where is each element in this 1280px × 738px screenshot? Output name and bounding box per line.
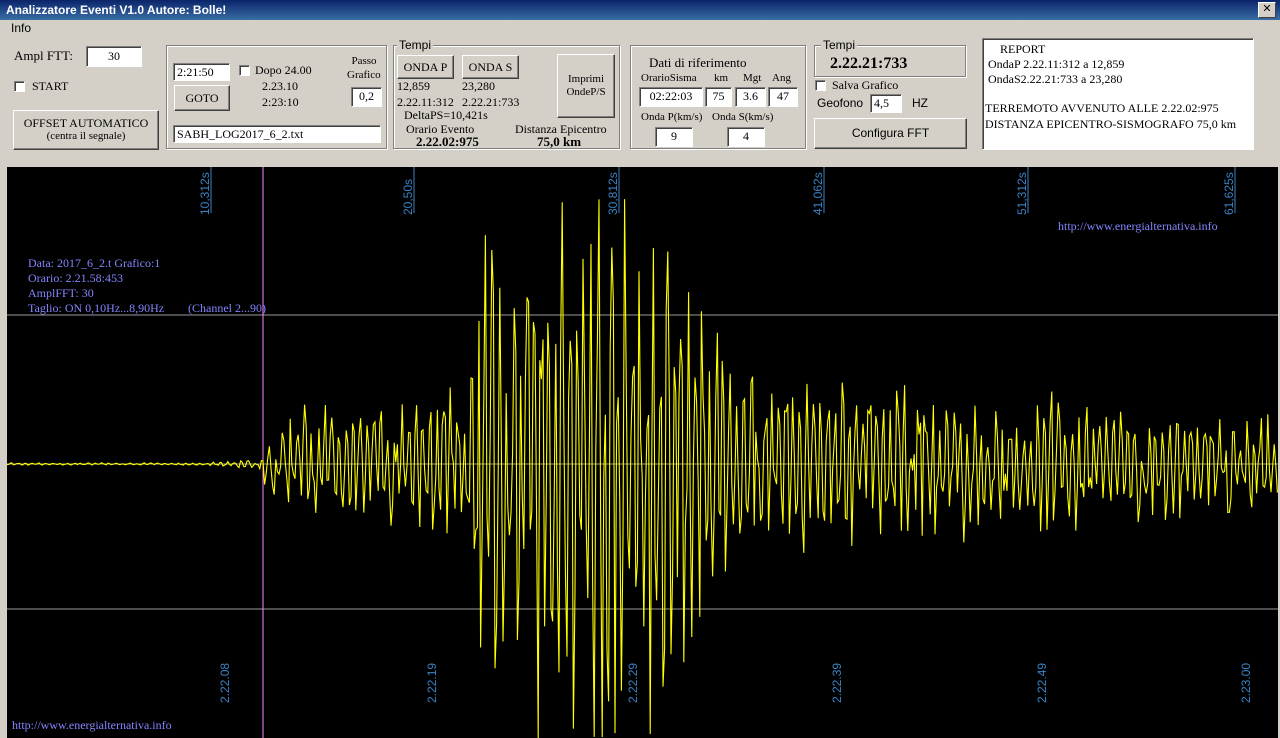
- imprimi-onde-button[interactable]: Imprimi OndeP/S: [557, 54, 615, 118]
- orario-sisma-input[interactable]: 02:22:03: [639, 87, 703, 107]
- info-ampl: AmplFFT: 30: [28, 286, 94, 300]
- log-file-input[interactable]: SABH_LOG2017_6_2.txt: [173, 125, 381, 143]
- imprimi-line1: Imprimi: [567, 73, 605, 85]
- dopo-checkbox[interactable]: [239, 65, 250, 76]
- geofono-input[interactable]: 4,5: [870, 94, 902, 113]
- info-taglio: Taglio: ON 0,10Hz...8,90Hz: [28, 301, 165, 315]
- goto-button[interactable]: GOTO: [174, 85, 230, 111]
- report-line-4: DISTANZA EPICENTRO-SISMOGRAFO 75,0 km: [985, 117, 1237, 131]
- start-checkbox[interactable]: [14, 81, 25, 92]
- onda-p-seconds: 12,859: [397, 79, 430, 93]
- report-line-1: OndaP 2.22.11:312 a 12,859: [988, 57, 1125, 71]
- start-time-input[interactable]: 2:21:50: [173, 63, 230, 81]
- bottom-tick-label: 2.22.49: [1035, 663, 1049, 703]
- top-tick-label: 41,062s: [811, 172, 825, 215]
- offset-automatico-button[interactable]: OFFSET AUTOMATICO (centra il segnale): [13, 110, 159, 150]
- ampl-fft-label: Ampl FTT:: [14, 48, 73, 63]
- onda-s-seconds: 23,280: [462, 79, 495, 93]
- salva-grafico-label: Salva Grafico: [832, 78, 899, 92]
- passo-grafico-input[interactable]: 0,2: [351, 87, 382, 107]
- onda-p-kms-label: Onda P(km/s): [641, 111, 703, 123]
- onda-s-kms-input[interactable]: 4: [727, 127, 765, 147]
- tempi-2-title: Tempi: [821, 38, 858, 52]
- report-line-3: TERREMOTO AVVENUTO ALLE 2.22.02:975: [985, 101, 1219, 115]
- url-top[interactable]: http://www.energialternativa.info: [1058, 219, 1218, 234]
- title-bar: Analizzatore Eventi V1.0 Autore: Bolle! …: [0, 0, 1280, 20]
- offset-line2: (centra il segnale): [46, 130, 126, 142]
- col-orario-label: OrarioSisma: [641, 72, 697, 84]
- top-tick-label: 30,812s: [606, 172, 620, 215]
- onda-s-button[interactable]: ONDA S: [462, 55, 519, 79]
- onda-p-button[interactable]: ONDA P: [397, 55, 454, 79]
- end-time-label-2: 2:23:10: [262, 95, 299, 109]
- ang-input[interactable]: 47: [768, 87, 798, 107]
- imprimi-line2: OndeP/S: [566, 86, 606, 98]
- bottom-tick-label: 2.22.39: [830, 663, 844, 703]
- onda-s-kms-label: Onda S(km/s): [712, 111, 774, 123]
- ampl-fft-input[interactable]: 30: [86, 46, 142, 67]
- configura-fft-button[interactable]: Configura FFT: [814, 118, 967, 149]
- bottom-tick-label: 2.22.19: [425, 663, 439, 703]
- bottom-tick-label: 2.22.08: [218, 663, 232, 703]
- seismograph-plot[interactable]: 10,312s 20,50s 30,812s 41,062s 51,312s 61,625…: [7, 167, 1278, 738]
- tempi-title: Tempi: [397, 38, 434, 52]
- grafico-label: Grafico: [347, 69, 381, 81]
- bottom-tick-label: 2.23.00: [1239, 663, 1253, 703]
- offset-line1: OFFSET AUTOMATICO: [23, 116, 149, 130]
- top-tick-label: 20,50s: [401, 179, 415, 215]
- orario-evento-value: 2.22.02:975: [416, 134, 479, 149]
- col-mgt-label: Mgt: [743, 72, 762, 84]
- delta-ps: DeltaPS=10,421s: [404, 108, 488, 122]
- info-orario: Orario: 2.21.58:453: [28, 271, 123, 285]
- passo-label: Passo: [351, 55, 377, 67]
- mgt-input[interactable]: 3.6: [735, 87, 766, 107]
- report-title: REPORT: [1000, 42, 1046, 56]
- col-ang-label: Ang: [772, 72, 791, 84]
- menu-bar: Info: [0, 20, 1280, 36]
- top-tick-label: 10,312s: [198, 172, 212, 215]
- onda-p-kms-input[interactable]: 9: [655, 127, 693, 147]
- start-label: START: [32, 79, 69, 93]
- salva-grafico-checkbox[interactable]: [815, 80, 826, 91]
- top-tick-label: 51,312s: [1015, 172, 1029, 215]
- seismograph-canvas[interactable]: 10,312s 20,50s 30,812s 41,062s 51,312s 61,625…: [7, 167, 1278, 738]
- info-data: Data: 2017_6_2.t Grafico:1: [28, 256, 161, 270]
- url-bottom[interactable]: http://www.energialternativa.info: [12, 718, 172, 733]
- riferimento-title: Dati di riferimento: [649, 55, 747, 70]
- close-icon[interactable]: ✕: [1258, 2, 1276, 18]
- window-title: Analizzatore Eventi V1.0 Autore: Bolle!: [6, 3, 227, 17]
- km-input[interactable]: 75: [705, 87, 732, 107]
- info-channel: (Channel 2...90): [188, 301, 266, 315]
- top-tick-label: 61,625s: [1222, 172, 1236, 215]
- col-km-label: km: [714, 72, 729, 84]
- menu-info[interactable]: Info: [11, 21, 31, 35]
- report-line-2: OndaS2.22.21:733 a 23,280: [988, 72, 1123, 86]
- hz-label: HZ: [912, 96, 928, 110]
- seismic-signal-trace: [7, 199, 1278, 738]
- report-box: REPORT OndaP 2.22.11:312 a 12,859 OndaS2…: [982, 38, 1254, 150]
- tempi-2-value: 2.22.21:733: [830, 55, 908, 72]
- bottom-tick-label: 2.22.29: [626, 663, 640, 703]
- dopo-label: Dopo 24.00: [255, 63, 312, 77]
- distanza-epicentro-value: 75,0 km: [537, 134, 582, 149]
- end-time-label: 2.23.10: [262, 79, 298, 93]
- geofono-label: Geofono: [817, 96, 864, 110]
